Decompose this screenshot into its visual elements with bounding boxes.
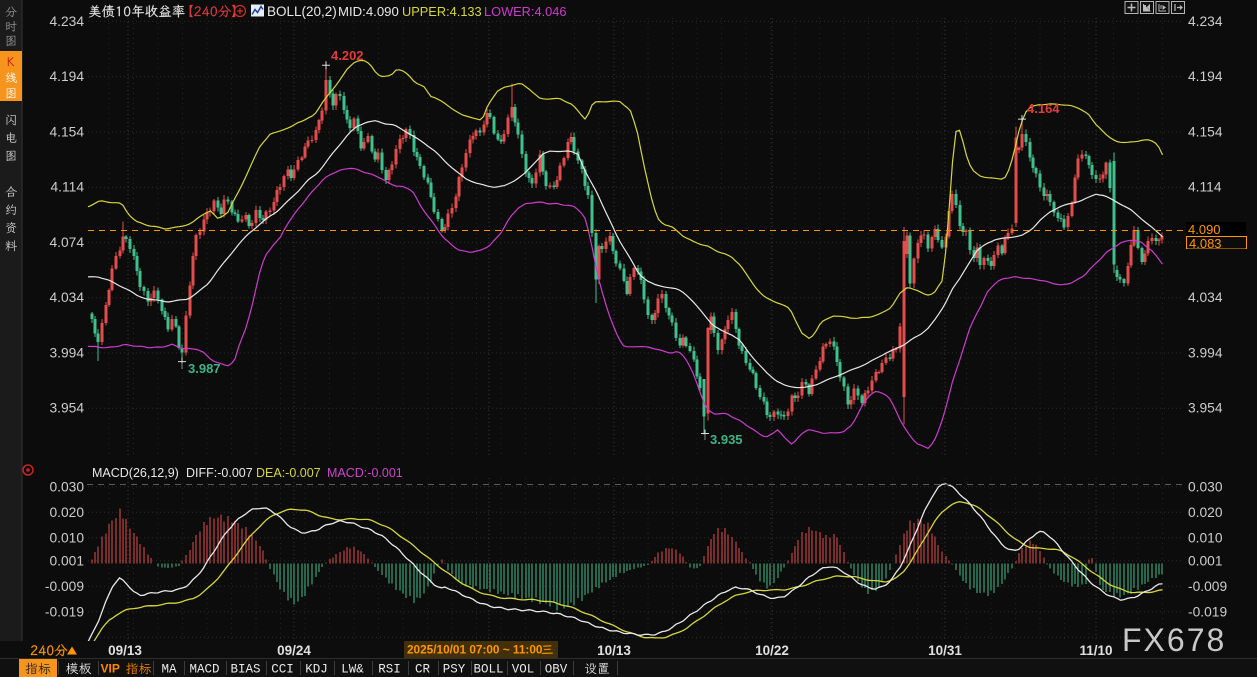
svg-text:DIFF:-0.007: DIFF:-0.007: [186, 466, 253, 480]
svg-text:2025/10/01 07:00 ~ 11:00: 2025/10/01 07:00 ~ 11:00: [407, 643, 543, 657]
svg-text:3.954: 3.954: [1188, 401, 1223, 416]
svg-text:3.987: 3.987: [188, 361, 221, 376]
svg-text:4.164: 4.164: [1027, 101, 1060, 116]
svg-text:PSY: PSY: [443, 663, 466, 677]
svg-text:10/31: 10/31: [928, 643, 962, 658]
svg-text:3.994: 3.994: [1188, 345, 1223, 360]
svg-text:VIP: VIP: [101, 662, 120, 676]
svg-text:MA: MA: [161, 663, 177, 677]
svg-text:4.114: 4.114: [1188, 180, 1222, 195]
svg-text:MID:4.090: MID:4.090: [338, 4, 399, 19]
svg-text:09/24: 09/24: [277, 643, 311, 658]
svg-text:KDJ: KDJ: [305, 663, 328, 677]
svg-text:3.994: 3.994: [49, 345, 84, 360]
svg-text:10/22: 10/22: [755, 643, 789, 658]
svg-text:UPPER:4.133: UPPER:4.133: [402, 4, 482, 19]
svg-text:3.954: 3.954: [49, 401, 84, 416]
svg-text:-0.019: -0.019: [1188, 604, 1227, 619]
svg-text:3.935: 3.935: [710, 432, 743, 447]
svg-text:DEA:-0.007: DEA:-0.007: [256, 466, 321, 480]
svg-text:0.001: 0.001: [49, 553, 84, 568]
svg-text:LOWER:4.046: LOWER:4.046: [484, 4, 567, 19]
svg-text:10/13: 10/13: [597, 643, 631, 658]
svg-text:RSI: RSI: [378, 663, 401, 677]
svg-text:0.030: 0.030: [49, 479, 84, 494]
svg-text:4.234: 4.234: [1188, 14, 1223, 29]
svg-text:11/10: 11/10: [1079, 643, 1112, 658]
svg-text:4.074: 4.074: [49, 235, 84, 250]
svg-text:4.114: 4.114: [50, 180, 84, 195]
svg-text:4.202: 4.202: [331, 48, 364, 63]
svg-text:4.154: 4.154: [1188, 124, 1223, 139]
svg-text:BIAS: BIAS: [230, 663, 260, 677]
svg-text:4.034: 4.034: [49, 290, 84, 305]
svg-text:FX678: FX678: [1122, 622, 1226, 658]
svg-text:4.194: 4.194: [49, 69, 84, 84]
svg-text:0.010: 0.010: [1188, 530, 1223, 545]
svg-text:-0.009: -0.009: [1188, 579, 1227, 594]
svg-text:MACD:-0.001: MACD:-0.001: [327, 466, 403, 480]
svg-text:OBV: OBV: [545, 663, 568, 677]
svg-text:LW&: LW&: [341, 663, 364, 677]
svg-text:MACD(26,12,9): MACD(26,12,9): [92, 466, 179, 480]
svg-text:4.034: 4.034: [1188, 290, 1223, 305]
svg-text:0.001: 0.001: [1188, 553, 1223, 568]
svg-text:0.030: 0.030: [1188, 479, 1223, 494]
svg-text:4.194: 4.194: [1188, 69, 1223, 84]
svg-text:CR: CR: [415, 663, 431, 677]
svg-text:-0.009: -0.009: [45, 579, 84, 594]
svg-text:0.020: 0.020: [49, 505, 84, 520]
svg-text:4.154: 4.154: [49, 124, 84, 139]
svg-text:4.234: 4.234: [49, 14, 84, 29]
svg-text:BOLL(20,2): BOLL(20,2): [267, 4, 337, 19]
svg-text:VOL: VOL: [512, 663, 535, 677]
svg-text:0.020: 0.020: [1188, 505, 1223, 520]
svg-text:-0.019: -0.019: [45, 604, 84, 619]
svg-text:CCI: CCI: [271, 663, 294, 677]
svg-text:MACD: MACD: [189, 663, 219, 677]
svg-text:4.090: 4.090: [1188, 222, 1221, 237]
svg-text:0.010: 0.010: [49, 530, 84, 545]
svg-text:09/13: 09/13: [108, 643, 142, 658]
svg-text:BOLL: BOLL: [473, 663, 503, 677]
